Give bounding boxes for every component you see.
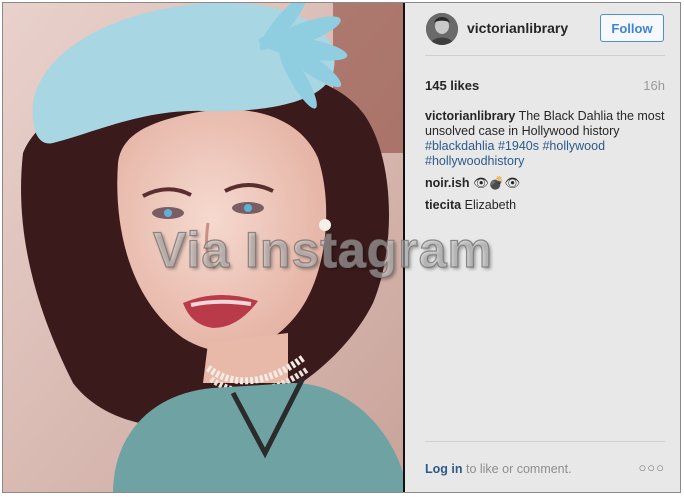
ellipsis-icon[interactable]: ○○○ — [638, 460, 665, 475]
caption: victorianlibrary The Black Dahlia the mo… — [425, 109, 665, 169]
login-link[interactable]: Log in — [425, 462, 463, 476]
comment-username[interactable]: tiecita — [425, 198, 461, 212]
hashtag-link[interactable]: #1940s — [498, 139, 539, 153]
profile-photo-icon — [426, 13, 458, 45]
hashtag-link[interactable]: #hollywoodhistory — [425, 154, 524, 168]
hashtag-link[interactable]: #blackdahlia — [425, 139, 495, 153]
caption-username[interactable]: victorianlibrary — [425, 109, 515, 123]
comment-text: 👁💣👁 — [472, 176, 521, 190]
username-link[interactable]: victorianlibrary — [467, 20, 568, 36]
comment-item: noir.ish 👁💣👁 — [425, 176, 665, 191]
comment-item: tiecita Elizabeth — [425, 198, 665, 213]
hashtag-link[interactable]: #hollywood — [542, 139, 605, 153]
timestamp[interactable]: 16h — [643, 78, 665, 93]
login-prompt-text: to like or comment. — [465, 462, 572, 476]
comments-list: victorianlibrary The Black Dahlia the mo… — [425, 109, 665, 220]
comment-username[interactable]: noir.ish — [425, 176, 469, 190]
follow-button[interactable]: Follow — [600, 14, 664, 42]
comment-text: Elizabeth — [464, 198, 517, 212]
login-prompt: Log in to like or comment. — [425, 462, 572, 476]
likes-count[interactable]: 145 likes — [425, 78, 479, 93]
watermark-text: Via Instagram — [152, 221, 494, 278]
header-divider — [425, 55, 665, 56]
post-header: victorianlibrary Follow — [405, 3, 680, 55]
avatar[interactable] — [426, 13, 458, 45]
footer-divider — [425, 441, 665, 442]
screenshot-frame: victorianlibrary Follow 145 likes 16h vi… — [2, 2, 681, 493]
